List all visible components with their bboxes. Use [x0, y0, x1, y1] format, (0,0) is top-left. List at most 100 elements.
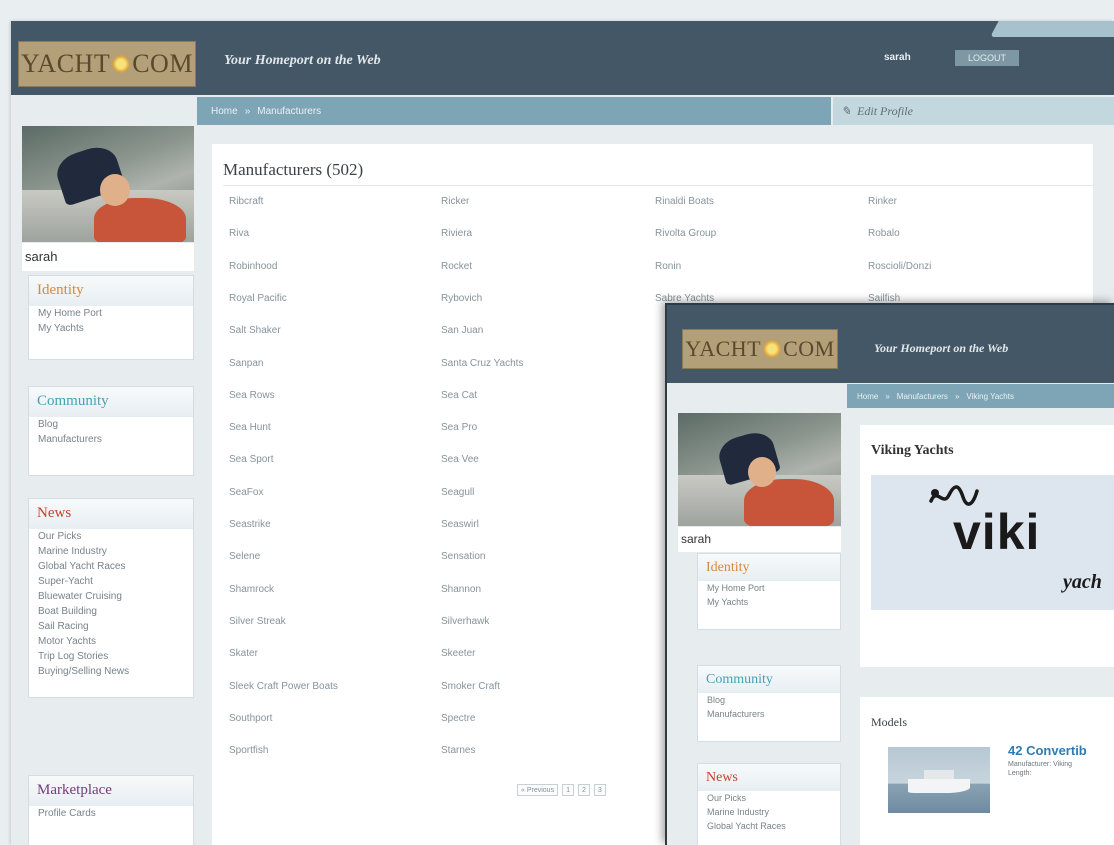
manufacturer-link[interactable]: Seagull [441, 487, 474, 498]
sidebar-link[interactable]: Sail Racing [29, 619, 193, 634]
sidebar-link[interactable]: Trip Log Stories [29, 649, 193, 664]
sidebar-username: sarah [678, 527, 841, 552]
viking-yachts-window: YACHT COM Your Homeport on the Web Home … [665, 303, 1114, 845]
site-logo[interactable]: YACHT COM [682, 329, 838, 369]
manufacturer-link[interactable]: Selene [229, 551, 260, 562]
manufacturer-link[interactable]: Roscioli/Donzi [868, 261, 931, 272]
manufacturer-link[interactable]: Skeeter [441, 648, 475, 659]
breadcrumb-home[interactable]: Home [857, 392, 878, 401]
manufacturer-link[interactable]: Skater [229, 648, 258, 659]
sidebar-link[interactable]: Marine Industry [698, 805, 840, 819]
breadcrumb-current[interactable]: Manufacturers [257, 106, 321, 117]
edit-profile-button[interactable]: ✎ Edit Profile [833, 97, 1114, 125]
sidebar-section-title: Community [29, 387, 193, 417]
manufacturer-link[interactable]: Sea Rows [229, 390, 275, 401]
manufacturer-link[interactable]: Starnes [441, 745, 475, 756]
manufacturer-link[interactable]: Shamrock [229, 584, 274, 595]
edit-profile-label: Edit Profile [857, 103, 913, 118]
manufacturer-link[interactable]: Sensation [441, 551, 485, 562]
pager-previous-button[interactable]: « Previous [517, 784, 559, 796]
manufacturer-link[interactable]: Seaswirl [441, 519, 479, 530]
sidebar-link[interactable]: My Yachts [698, 595, 840, 609]
manufacturer-link[interactable]: Sanpan [229, 358, 263, 369]
manufacturer-link[interactable]: Southport [229, 713, 272, 724]
manufacturer-link[interactable]: Sea Sport [229, 454, 273, 465]
edit-pencil-icon: ✎ [841, 103, 852, 118]
sidebar-section-title: Identity [698, 554, 840, 581]
site-logo[interactable]: YACHT COM [18, 41, 196, 87]
header-corner-tab [990, 21, 1114, 37]
manufacturer-link[interactable]: Seastrike [229, 519, 271, 530]
sidebar-section-title: Identity [29, 276, 193, 306]
sidebar-link[interactable]: Manufacturers [698, 707, 840, 721]
manufacturer-link[interactable]: SeaFox [229, 487, 263, 498]
sidebar-link[interactable]: Manufacturers [29, 432, 193, 447]
manufacturer-link[interactable]: Rybovich [441, 293, 482, 304]
manufacturer-link[interactable]: Sea Cat [441, 390, 477, 401]
manufacturer-link[interactable]: Santa Cruz Yachts [441, 358, 523, 369]
sidebar-link[interactable]: Blog [29, 417, 193, 432]
manufacturer-link[interactable]: Royal Pacific [229, 293, 287, 304]
manufacturer-link[interactable]: Rinaldi Boats [655, 196, 714, 207]
manufacturer-link[interactable]: Silverhawk [441, 616, 489, 627]
sidebar-link[interactable]: Buying/Selling News [29, 664, 193, 679]
sidebar-link[interactable]: Marine Industry [29, 544, 193, 559]
manufacturer-link[interactable]: Ribcraft [229, 196, 263, 207]
pager-page-1[interactable]: 1 [562, 784, 574, 796]
sidebar-section-1: Community Blog Manufacturers [697, 665, 841, 742]
sidebar-link[interactable]: Our Picks [698, 791, 840, 805]
logout-button[interactable]: LOGOUT [955, 50, 1019, 66]
sidebar-link[interactable]: Boat Building [29, 604, 193, 619]
manufacturer-link[interactable]: Ricker [441, 196, 469, 207]
manufacturer-link[interactable]: Spectre [441, 713, 475, 724]
sidebar-section-2: News Our Picks Marine Industry Global Yacht… [28, 498, 194, 698]
manufacturer-link[interactable]: Rinker [868, 196, 897, 207]
sidebar-section-title: News [29, 499, 193, 529]
logo-text-left: YACHT [21, 49, 111, 78]
sidebar-link[interactable]: Profile Cards [29, 806, 193, 821]
sidebar-link[interactable]: Bluewater Cruising [29, 589, 193, 604]
manufacturer-link[interactable]: Rivolta Group [655, 228, 716, 239]
sidebar-link[interactable]: Our Picks [29, 529, 193, 544]
manufacturer-link[interactable]: Shannon [441, 584, 481, 595]
manufacturer-link[interactable]: Sleek Craft Power Boats [229, 681, 338, 692]
logo-compass-icon [112, 55, 131, 73]
pager-page-2[interactable]: 2 [577, 784, 590, 796]
manufacturer-link[interactable]: Sea Vee [441, 454, 479, 465]
sidebar-section-1: Community Blog Manufacturers [28, 386, 194, 476]
sidebar-link[interactable]: Super-Yacht [29, 574, 193, 589]
manufacturer-link[interactable]: Robalo [868, 228, 900, 239]
model-thumbnail[interactable] [888, 747, 990, 813]
sidebar-link[interactable]: My Home Port [698, 581, 840, 595]
pager-page-3[interactable]: 3 [593, 784, 606, 796]
pagination: « Previous 1 2 3 [517, 784, 606, 796]
site-tagline: Your Homeport on the Web [224, 53, 381, 68]
manufacturer-link[interactable]: Sea Hunt [229, 422, 271, 433]
breadcrumb-home[interactable]: Home [211, 106, 238, 117]
sidebar-link[interactable]: My Yachts [29, 321, 193, 336]
sidebar-link[interactable]: Motor Yachts [29, 634, 193, 649]
manufacturer-link[interactable]: Robinhood [229, 261, 277, 272]
manufacturer-link[interactable]: Salt Shaker [229, 325, 281, 336]
manufacturer-link[interactable]: Riva [229, 228, 249, 239]
logo-subword: yach [1063, 571, 1102, 593]
manufacturer-link[interactable]: Sea Pro [441, 422, 477, 433]
page-title: Viking Yachts [871, 443, 954, 458]
manufacturer-link[interactable]: Smoker Craft [441, 681, 500, 692]
manufacturer-link[interactable]: Ronin [655, 261, 681, 272]
manufacturer-link[interactable]: Rocket [441, 261, 472, 272]
breadcrumb-manufacturers[interactable]: Manufacturers [897, 392, 948, 401]
sidebar-link[interactable]: Global Yacht Races [698, 819, 840, 833]
manufacturer-link[interactable]: Sportfish [229, 745, 268, 756]
sidebar-section-title: News [698, 764, 840, 791]
sidebar-link[interactable]: Global Yacht Races [29, 559, 193, 574]
manufacturer-link[interactable]: Silver Streak [229, 616, 286, 627]
sidebar-link[interactable]: Blog [698, 693, 840, 707]
manufacturer-detail-panel: Viking Yachts viki yach [860, 425, 1114, 667]
breadcrumb-current[interactable]: Viking Yachts [966, 392, 1014, 401]
model-name-link[interactable]: 42 Convertib [1008, 743, 1087, 758]
manufacturer-link[interactable]: Riviera [441, 228, 472, 239]
logo-text-left: YACHT [685, 336, 762, 361]
manufacturer-link[interactable]: San Juan [441, 325, 483, 336]
sidebar-link[interactable]: My Home Port [29, 306, 193, 321]
